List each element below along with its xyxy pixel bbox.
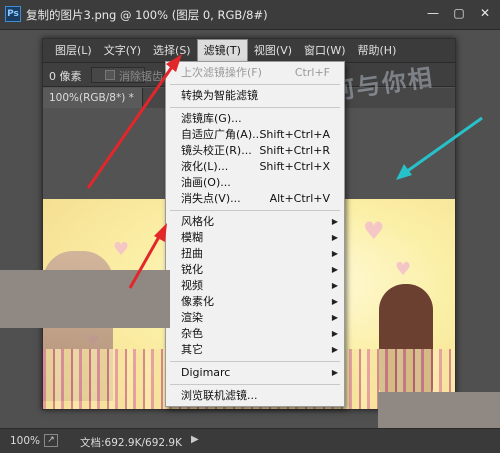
menu-item-noise[interactable]: 杂色 ▶ xyxy=(166,326,344,342)
menu-separator xyxy=(170,84,340,85)
menu-item-pixelate[interactable]: 像素化 ▶ xyxy=(166,294,344,310)
menu-separator xyxy=(170,107,340,108)
menu-item-render[interactable]: 渲染 ▶ xyxy=(166,310,344,326)
submenu-arrow-icon: ▶ xyxy=(331,313,338,322)
submenu-arrow-icon: ▶ xyxy=(331,265,338,274)
window-title: 复制的图片3.png @ 100% (图层 0, RGB/8#) xyxy=(26,8,268,22)
maximize-icon[interactable]: ▢ xyxy=(452,6,466,20)
menu-item-lens-correction[interactable]: 镜头校正(R)... Shift+Ctrl+R xyxy=(166,143,344,159)
redaction-block xyxy=(0,270,170,328)
heart-decoration: ♥ xyxy=(363,217,385,245)
menu-item-distort[interactable]: 扭曲 ▶ xyxy=(166,246,344,262)
filter-menu: 上次滤镜操作(F) Ctrl+F 转换为智能滤镜 滤镜库(G)... 自适应广角(… xyxy=(165,61,345,407)
menu-bar: 图层(L) 文字(Y) 选择(S) 滤镜(T) 视图(V) 窗口(W) 帮助(H… xyxy=(43,39,455,63)
export-icon[interactable]: ↗ xyxy=(44,434,58,447)
menu-item-last-filter: 上次滤镜操作(F) Ctrl+F xyxy=(181,66,330,79)
menu-item-filter-gallery[interactable]: 滤镜库(G)... xyxy=(166,111,344,127)
heart-decoration: ♥ xyxy=(395,259,412,280)
zoom-level[interactable]: 100% xyxy=(10,435,40,447)
menu-select[interactable]: 选择(S) xyxy=(147,39,197,63)
submenu-arrow-icon: ▶ xyxy=(331,217,338,226)
document-tab[interactable]: 100%(RGB/8*) * xyxy=(43,88,143,108)
menu-item-video[interactable]: 视频 ▶ xyxy=(166,278,344,294)
menu-separator xyxy=(170,361,340,362)
minimize-icon[interactable]: — xyxy=(426,6,440,20)
menu-view[interactable]: 视图(V) xyxy=(248,39,298,63)
submenu-arrow-icon: ▶ xyxy=(331,329,338,338)
window-controls: — ▢ ✕ xyxy=(426,6,492,20)
submenu-arrow-icon: ▶ xyxy=(331,281,338,290)
menu-item-sharpen[interactable]: 锐化 ▶ xyxy=(166,262,344,278)
submenu-arrow-icon: ▶ xyxy=(331,249,338,258)
menu-item-vanishing-point[interactable]: 消失点(V)... Alt+Ctrl+V xyxy=(166,191,344,207)
status-menu-arrow-icon[interactable]: ▶ xyxy=(191,434,199,445)
menu-window[interactable]: 窗口(W) xyxy=(298,39,351,63)
submenu-arrow-icon: ▶ xyxy=(331,233,338,242)
menu-help[interactable]: 帮助(H) xyxy=(352,39,403,63)
feather-value[interactable]: 0 像素 xyxy=(49,68,82,84)
menu-item-stylize[interactable]: 风格化 ▶ xyxy=(166,214,344,230)
status-bar: 100% ↗ 文档:692.9K/692.9K ▶ xyxy=(0,428,500,453)
menu-separator xyxy=(170,384,340,385)
heart-decoration: ♥ xyxy=(113,239,130,260)
menu-type[interactable]: 文字(Y) xyxy=(98,39,147,63)
antialias-label: 消除锯齿 xyxy=(119,70,163,83)
menu-filter[interactable]: 滤镜(T) xyxy=(196,39,248,63)
menu-item-browse-online-filters[interactable]: 浏览联机滤镜... xyxy=(166,388,344,404)
submenu-arrow-icon: ▶ xyxy=(331,345,338,354)
antialias-checkbox[interactable] xyxy=(105,70,115,80)
menu-item-adaptive-wide-angle[interactable]: 自适应广角(A)... Shift+Ctrl+A xyxy=(166,127,344,143)
menu-item-liquify[interactable]: 液化(L)... Shift+Ctrl+X xyxy=(166,159,344,175)
submenu-arrow-icon: ▶ xyxy=(331,368,338,377)
menu-separator xyxy=(170,210,340,211)
menu-item-digimarc[interactable]: Digimarc ▶ xyxy=(166,365,344,381)
submenu-arrow-icon: ▶ xyxy=(331,297,338,306)
menu-item-other[interactable]: 其它 ▶ xyxy=(166,342,344,358)
close-icon[interactable]: ✕ xyxy=(478,6,492,20)
document-info: 文档:692.9K/692.9K xyxy=(80,437,182,449)
menu-item-blur[interactable]: 模糊 ▶ xyxy=(166,230,344,246)
photoshop-logo-icon: Ps xyxy=(5,6,21,22)
menu-item-convert-smart-filter[interactable]: 转换为智能滤镜 xyxy=(166,88,344,104)
menu-item-oil-paint[interactable]: 油画(O)... xyxy=(166,175,344,191)
window-titlebar: Ps 复制的图片3.png @ 100% (图层 0, RGB/8#) — ▢ … xyxy=(0,0,500,30)
menu-layer[interactable]: 图层(L) xyxy=(49,39,98,63)
